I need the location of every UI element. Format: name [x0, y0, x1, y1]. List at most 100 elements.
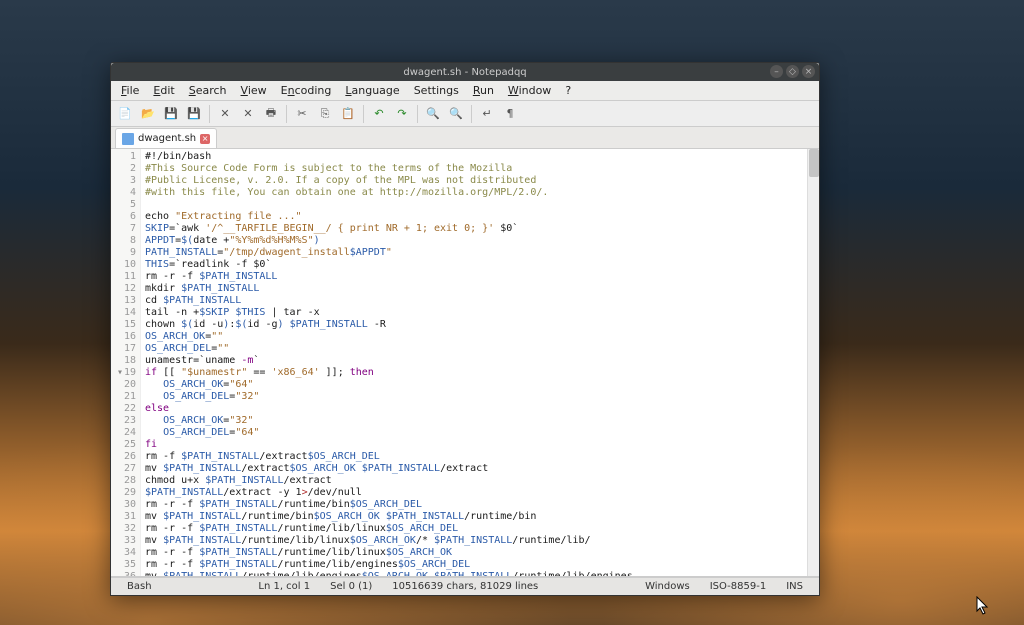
code-line[interactable]: cd $PATH_INSTALL	[145, 295, 803, 307]
titlebar[interactable]: dwagent.sh - Notepadqq – ◇ ×	[111, 63, 819, 81]
toolbar-separator	[363, 105, 364, 123]
code-line[interactable]: chown $(id -u):$(id -g) $PATH_INSTALL -R	[145, 319, 803, 331]
menu-file[interactable]: File	[115, 82, 145, 99]
maximize-button[interactable]: ◇	[786, 65, 799, 78]
code-line[interactable]: SKIP=`awk '/^__TARFILE_BEGIN__/ { print …	[145, 223, 803, 235]
tab-close-icon[interactable]: ×	[200, 134, 210, 144]
menu-run[interactable]: Run	[467, 82, 500, 99]
save-icon[interactable]: 💾	[161, 104, 181, 124]
line-number: 31	[111, 511, 136, 523]
code-line[interactable]	[145, 199, 803, 211]
code-line[interactable]: mkdir $PATH_INSTALL	[145, 283, 803, 295]
code-line[interactable]: rm -r -f $PATH_INSTALL/runtime/lib/linux…	[145, 523, 803, 535]
menu-edit[interactable]: Edit	[147, 82, 180, 99]
open-icon[interactable]: 📂	[138, 104, 158, 124]
line-number: ▾19	[111, 367, 136, 379]
show-all-chars-icon[interactable]: ¶	[500, 104, 520, 124]
line-number: 24	[111, 427, 136, 439]
menu-help[interactable]: ?	[559, 82, 577, 99]
menu-search[interactable]: Search	[183, 82, 233, 99]
code-line[interactable]: fi	[145, 439, 803, 451]
line-number: 23	[111, 415, 136, 427]
status-language[interactable]: Bash	[117, 581, 162, 592]
line-number: 34	[111, 547, 136, 559]
close-all-icon[interactable]: ✕	[238, 104, 258, 124]
line-number: 29	[111, 487, 136, 499]
status-eol[interactable]: Windows	[635, 581, 700, 592]
line-number: 4	[111, 187, 136, 199]
line-number: 32	[111, 523, 136, 535]
code-line[interactable]: #This Source Code Form is subject to the…	[145, 163, 803, 175]
close-file-icon[interactable]: ✕	[215, 104, 235, 124]
toolbar-separator	[417, 105, 418, 123]
code-line[interactable]: rm -r -f $PATH_INSTALL/runtime/lib/engin…	[145, 559, 803, 571]
line-number: 20	[111, 379, 136, 391]
code-line[interactable]: #Public License, v. 2.0. If a copy of th…	[145, 175, 803, 187]
code-line[interactable]: OS_ARCH_DEL=""	[145, 343, 803, 355]
editor[interactable]: 123456789101112131415161718▾192021222324…	[111, 149, 819, 577]
code-line[interactable]: mv $PATH_INSTALL/extract$OS_ARCH_OK $PAT…	[145, 463, 803, 475]
code-line[interactable]: echo "Extracting file ..."	[145, 211, 803, 223]
code-line[interactable]: $PATH_INSTALL/extract -y 1>/dev/null	[145, 487, 803, 499]
line-number: 18	[111, 355, 136, 367]
code-line[interactable]: mv $PATH_INSTALL/runtime/bin$OS_ARCH_OK …	[145, 511, 803, 523]
menu-language[interactable]: Language	[339, 82, 405, 99]
code-line[interactable]: OS_ARCH_OK=""	[145, 331, 803, 343]
line-number: 7	[111, 223, 136, 235]
statusbar: Bash Ln 1, col 1 Sel 0 (1) 10516639 char…	[111, 577, 819, 595]
file-icon	[122, 133, 134, 145]
zoom-in-icon[interactable]: 🔍	[423, 104, 443, 124]
code-line[interactable]: OS_ARCH_DEL="64"	[145, 427, 803, 439]
menubar: File Edit Search View Encoding Language …	[111, 81, 819, 101]
menu-settings[interactable]: Settings	[408, 82, 465, 99]
status-selection: Sel 0 (1)	[320, 581, 382, 592]
code-line[interactable]: APPDT=$(date +"%Y%m%d%H%M%S")	[145, 235, 803, 247]
code-line[interactable]: rm -r -f $PATH_INSTALL/runtime/lib/linux…	[145, 547, 803, 559]
vertical-scrollbar[interactable]	[807, 149, 819, 576]
tab-label: dwagent.sh	[138, 133, 196, 144]
redo-icon[interactable]: ↷	[392, 104, 412, 124]
menu-window[interactable]: Window	[502, 82, 557, 99]
code-area[interactable]: #!/bin/bash#This Source Code Form is sub…	[141, 149, 807, 576]
scrollbar-thumb[interactable]	[809, 149, 819, 177]
status-insert-mode[interactable]: INS	[776, 581, 813, 592]
cut-icon[interactable]: ✂	[292, 104, 312, 124]
line-number-gutter: 123456789101112131415161718▾192021222324…	[111, 149, 141, 576]
code-line[interactable]: tail -n +$SKIP $THIS | tar -x	[145, 307, 803, 319]
code-line[interactable]: rm -r -f $PATH_INSTALL/runtime/bin$OS_AR…	[145, 499, 803, 511]
save-all-icon[interactable]: 💾	[184, 104, 204, 124]
word-wrap-icon[interactable]: ↵	[477, 104, 497, 124]
code-line[interactable]: else	[145, 403, 803, 415]
copy-icon[interactable]: ⎘	[315, 104, 335, 124]
code-line[interactable]: THIS=`readlink -f $0`	[145, 259, 803, 271]
menu-view[interactable]: View	[235, 82, 273, 99]
toolbar-separator	[209, 105, 210, 123]
code-line[interactable]: if [[ "$unamestr" == 'x86_64' ]]; then	[145, 367, 803, 379]
paste-icon[interactable]: 📋	[338, 104, 358, 124]
code-line[interactable]: OS_ARCH_OK="32"	[145, 415, 803, 427]
code-line[interactable]: mv $PATH_INSTALL/runtime/lib/linux$OS_AR…	[145, 535, 803, 547]
code-line[interactable]: unamestr=`uname -m`	[145, 355, 803, 367]
code-line[interactable]: rm -f $PATH_INSTALL/extract$OS_ARCH_DEL	[145, 451, 803, 463]
zoom-out-icon[interactable]: 🔍	[446, 104, 466, 124]
print-icon[interactable]: 🖶	[261, 104, 281, 124]
code-line[interactable]: #with this file, You can obtain one at h…	[145, 187, 803, 199]
code-line[interactable]: OS_ARCH_OK="64"	[145, 379, 803, 391]
code-line[interactable]: #!/bin/bash	[145, 151, 803, 163]
undo-icon[interactable]: ↶	[369, 104, 389, 124]
new-file-icon[interactable]: 📄	[115, 104, 135, 124]
code-line[interactable]: rm -r -f $PATH_INSTALL	[145, 271, 803, 283]
line-number: 11	[111, 271, 136, 283]
tab-dwagent[interactable]: dwagent.sh ×	[115, 128, 217, 148]
close-window-button[interactable]: ×	[802, 65, 815, 78]
minimize-button[interactable]: –	[770, 65, 783, 78]
toolbar-separator	[471, 105, 472, 123]
status-encoding[interactable]: ISO-8859-1	[700, 581, 776, 592]
window-title: dwagent.sh - Notepadqq	[403, 67, 526, 78]
code-line[interactable]: PATH_INSTALL="/tmp/dwagent_install$APPDT…	[145, 247, 803, 259]
code-line[interactable]: chmod u+x $PATH_INSTALL/extract	[145, 475, 803, 487]
menu-encoding[interactable]: Encoding	[275, 82, 338, 99]
code-line[interactable]: mv $PATH_INSTALL/runtime/lib/engines$OS_…	[145, 571, 803, 576]
toolbar: 📄 📂 💾 💾 ✕ ✕ 🖶 ✂ ⎘ 📋 ↶ ↷ 🔍 🔍 ↵ ¶	[111, 101, 819, 127]
code-line[interactable]: OS_ARCH_DEL="32"	[145, 391, 803, 403]
